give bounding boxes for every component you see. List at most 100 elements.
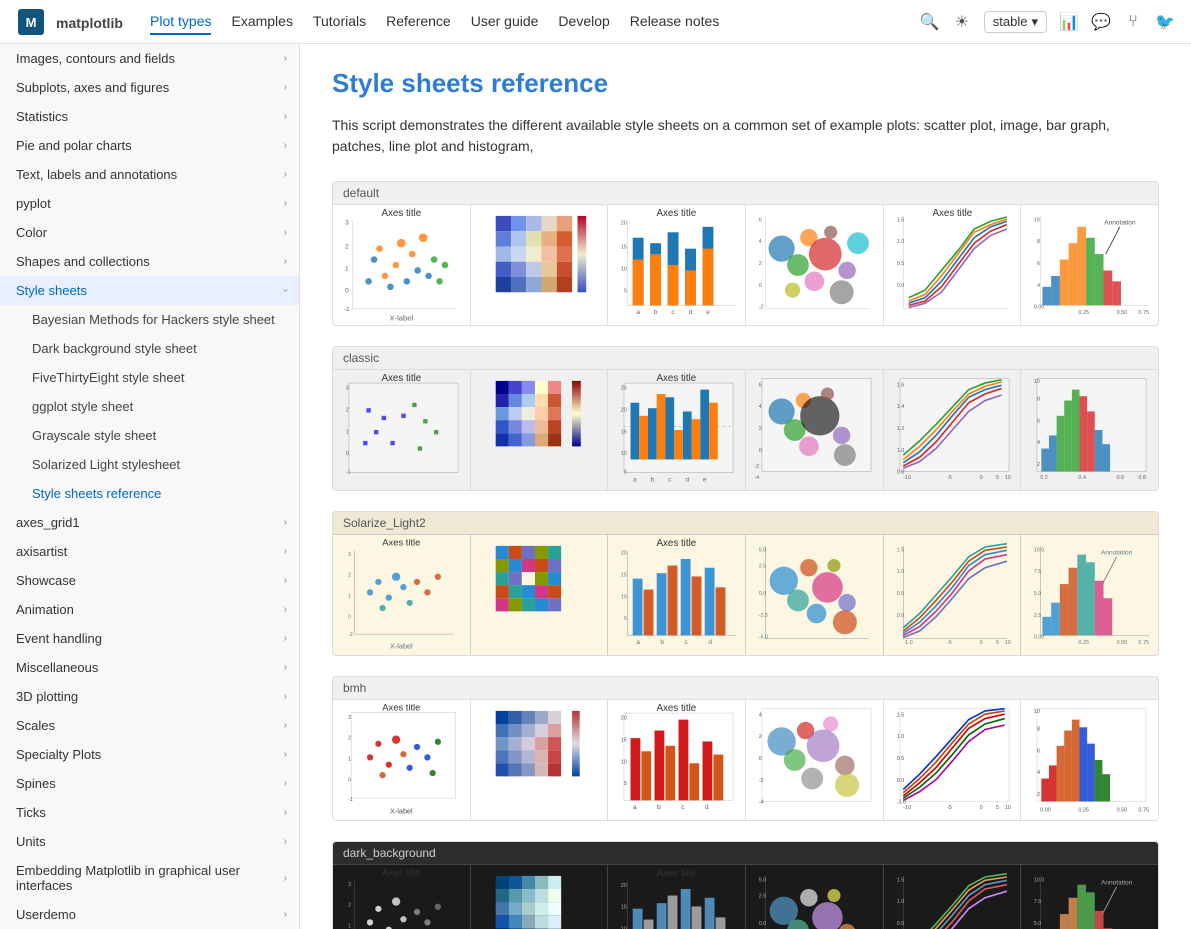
plot-dark-heatmap[interactable] [471, 865, 609, 929]
plot-solarize-bar[interactable]: Axes title a b c d [608, 535, 746, 655]
plot-default-bubble[interactable]: 6 4 2 0 -2 [746, 205, 884, 325]
plot-classic-scatter[interactable]: Axes title 3 [333, 370, 471, 490]
nav-plot-types[interactable]: Plot types [150, 9, 211, 35]
page-description: This script demonstrates the different a… [332, 115, 1159, 157]
plot-dark-bar[interactable]: Axes title a b c d [608, 865, 746, 929]
svg-text:-2: -2 [754, 464, 759, 470]
svg-text:6: 6 [759, 217, 762, 223]
sidebar-item-pyplot[interactable]: pyplot › [0, 189, 299, 218]
nav-tutorials[interactable]: Tutorials [313, 9, 366, 35]
sidebar-item-statistics[interactable]: Statistics › [0, 102, 299, 131]
theme-toggle-icon[interactable]: ☀ [952, 12, 972, 32]
svg-text:20: 20 [621, 551, 627, 557]
sidebar-item-bayesian[interactable]: Bayesian Methods for Hackers style sheet [0, 305, 299, 334]
sidebar-item-3d[interactable]: 3D plotting › [0, 682, 299, 711]
sidebar-label-images: Images, contours and fields [16, 51, 175, 66]
plot-dark-scatter[interactable]: Axes title 3 [333, 865, 471, 929]
sidebar-item-embedding[interactable]: Embedding Matplotlib in graphical user i… [0, 856, 299, 900]
svg-text:0.00: 0.00 [1041, 807, 1052, 813]
plot-bmh-bubble[interactable]: 4 2 0 -2 -4 [746, 700, 884, 820]
sidebar-item-scales[interactable]: Scales › [0, 711, 299, 740]
svg-text:0.5: 0.5 [896, 591, 904, 597]
style-section-solarize: Solarize_Light2 Axes title [332, 511, 1159, 656]
plot-default-bar[interactable]: Axes title a b [608, 205, 746, 325]
plot-classic-bubble[interactable]: 6 4 2 0 -2 -4 [746, 370, 884, 490]
svg-text:Axes title: Axes title [657, 373, 697, 384]
sidebar-item-dark[interactable]: Dark background style sheet [0, 334, 299, 363]
svg-text:0.6: 0.6 [1117, 475, 1125, 481]
sidebar-item-showcase[interactable]: Showcase › [0, 566, 299, 595]
sidebar-item-ticks[interactable]: Ticks › [0, 798, 299, 827]
search-icon[interactable]: 🔍 [920, 12, 940, 32]
svg-text:Axes title: Axes title [381, 373, 421, 384]
sidebar-item-style[interactable]: Style sheets › [0, 276, 299, 305]
sidebar-label-color: Color [16, 225, 47, 240]
plot-solarize-scatter[interactable]: Axes title 3 2 [333, 535, 471, 655]
plot-dark-hist[interactable]: Annotation 10.0 7.5 5 [1021, 865, 1158, 929]
sidebar-item-ggplot[interactable]: ggplot style sheet [0, 392, 299, 421]
sidebar-item-axisartist[interactable]: axisartist › [0, 537, 299, 566]
sidebar-item-images[interactable]: Images, contours and fields › [0, 44, 299, 73]
sidebar-item-event[interactable]: Event handling › [0, 624, 299, 653]
sidebar-label-showcase: Showcase [16, 573, 76, 588]
svg-text:0.4: 0.4 [1079, 475, 1087, 481]
nav-develop[interactable]: Develop [558, 9, 609, 35]
svg-text:2: 2 [348, 573, 351, 579]
plot-classic-lines[interactable]: 1.6 1.4 1.2 1.0 0.8 -10 -5 0 5 10 [884, 370, 1022, 490]
sidebar-label-style: Style sheets [16, 283, 87, 298]
plot-default-scatter[interactable]: Axes title X-label [333, 205, 471, 325]
svg-text:0.5: 0.5 [896, 921, 904, 927]
plot-solarize-lines[interactable]: 1.5 1.0 0.5 0.0 -1.0 -5 0 5 10 [884, 535, 1022, 655]
nav-reference[interactable]: Reference [386, 9, 451, 35]
plot-classic-heatmap[interactable] [471, 370, 609, 490]
section-header-solarize: Solarize_Light2 [333, 512, 1158, 535]
plot-default-heatmap[interactable] [471, 205, 609, 325]
plot-classic-hist[interactable]: Annotation 10 8 6 [1021, 370, 1158, 490]
logo[interactable]: M matplotlib [16, 7, 126, 37]
nav-examples[interactable]: Examples [231, 9, 292, 35]
sidebar-label-userdemo: Userdemo [16, 907, 76, 922]
chat-icon[interactable]: 💬 [1091, 12, 1111, 32]
plot-bmh-hist[interactable]: Annotation 10 8 6 [1021, 700, 1158, 820]
section-header-dark: dark_background [333, 842, 1158, 865]
sidebar-item-text[interactable]: Text, labels and annotations › [0, 160, 299, 189]
sidebar-item-pie[interactable]: Pie and polar charts › [0, 131, 299, 160]
sidebar-item-shapes[interactable]: Shapes and collections › [0, 247, 299, 276]
github-icon[interactable]: ⑂ [1123, 12, 1143, 32]
nav-release-notes[interactable]: Release notes [630, 9, 720, 35]
sidebar-item-fivethirty[interactable]: FiveThirtyEight style sheet [0, 363, 299, 392]
sidebar-item-userdemo[interactable]: Userdemo › [0, 900, 299, 929]
svg-text:-5: -5 [947, 640, 952, 646]
chart-icon[interactable]: 📊 [1059, 12, 1079, 32]
sidebar-item-axes-grid1[interactable]: axes_grid1 › [0, 508, 299, 537]
sidebar-item-misc[interactable]: Miscellaneous › [0, 653, 299, 682]
plot-bmh-lines[interactable]: 1.5 1.0 0.5 0.0 -1.0 -10 -5 0 5 10 [884, 700, 1022, 820]
plot-default-lines[interactable]: Axes title 1.5 1.0 0.5 0.0 [884, 205, 1022, 325]
sidebar-item-grayscale[interactable]: Grayscale style sheet [0, 421, 299, 450]
sidebar-item-solarized[interactable]: Solarized Light stylesheet [0, 450, 299, 479]
chevron-axes-grid1: › [284, 517, 287, 528]
sidebar-item-units[interactable]: Units › [0, 827, 299, 856]
plot-bmh-scatter[interactable]: Axes title 3 2 [333, 700, 471, 820]
plot-default-hist[interactable]: Annotation 10 8 [1021, 205, 1158, 325]
sidebar-item-reference[interactable]: Style sheets reference [0, 479, 299, 508]
svg-text:0.00: 0.00 [1034, 305, 1045, 311]
nav-user-guide[interactable]: User guide [471, 9, 539, 35]
svg-text:0.75: 0.75 [1139, 310, 1150, 316]
twitter-icon[interactable]: 🐦 [1155, 12, 1175, 32]
version-selector[interactable]: stable ▾ [984, 11, 1047, 33]
sidebar-item-spines[interactable]: Spines › [0, 769, 299, 798]
sidebar-item-subplots[interactable]: Subplots, axes and figures › [0, 73, 299, 102]
plot-dark-bubble[interactable]: 5.0 2.5 0.0 -2.5 -5.0 [746, 865, 884, 929]
plot-solarize-heatmap[interactable] [471, 535, 609, 655]
plot-bmh-bar[interactable]: Axes title a b c d 20 [608, 700, 746, 820]
plot-bmh-heatmap[interactable] [471, 700, 609, 820]
plot-solarize-bubble[interactable]: 5.0 2.5 0.0 -2.5 -5.0 [746, 535, 884, 655]
sidebar-item-color[interactable]: Color › [0, 218, 299, 247]
plot-solarize-hist[interactable]: Annotation 10.0 7.5 5 [1021, 535, 1158, 655]
sidebar-item-specialty[interactable]: Specialty Plots › [0, 740, 299, 769]
plot-classic-bar[interactable]: Axes title a b [608, 370, 746, 490]
plot-dark-lines[interactable]: 1.5 1.0 0.5 0.0 -1.0 -5 0 5 10 [884, 865, 1022, 929]
style-section-classic: classic Axes title [332, 346, 1159, 491]
sidebar-item-animation[interactable]: Animation › [0, 595, 299, 624]
